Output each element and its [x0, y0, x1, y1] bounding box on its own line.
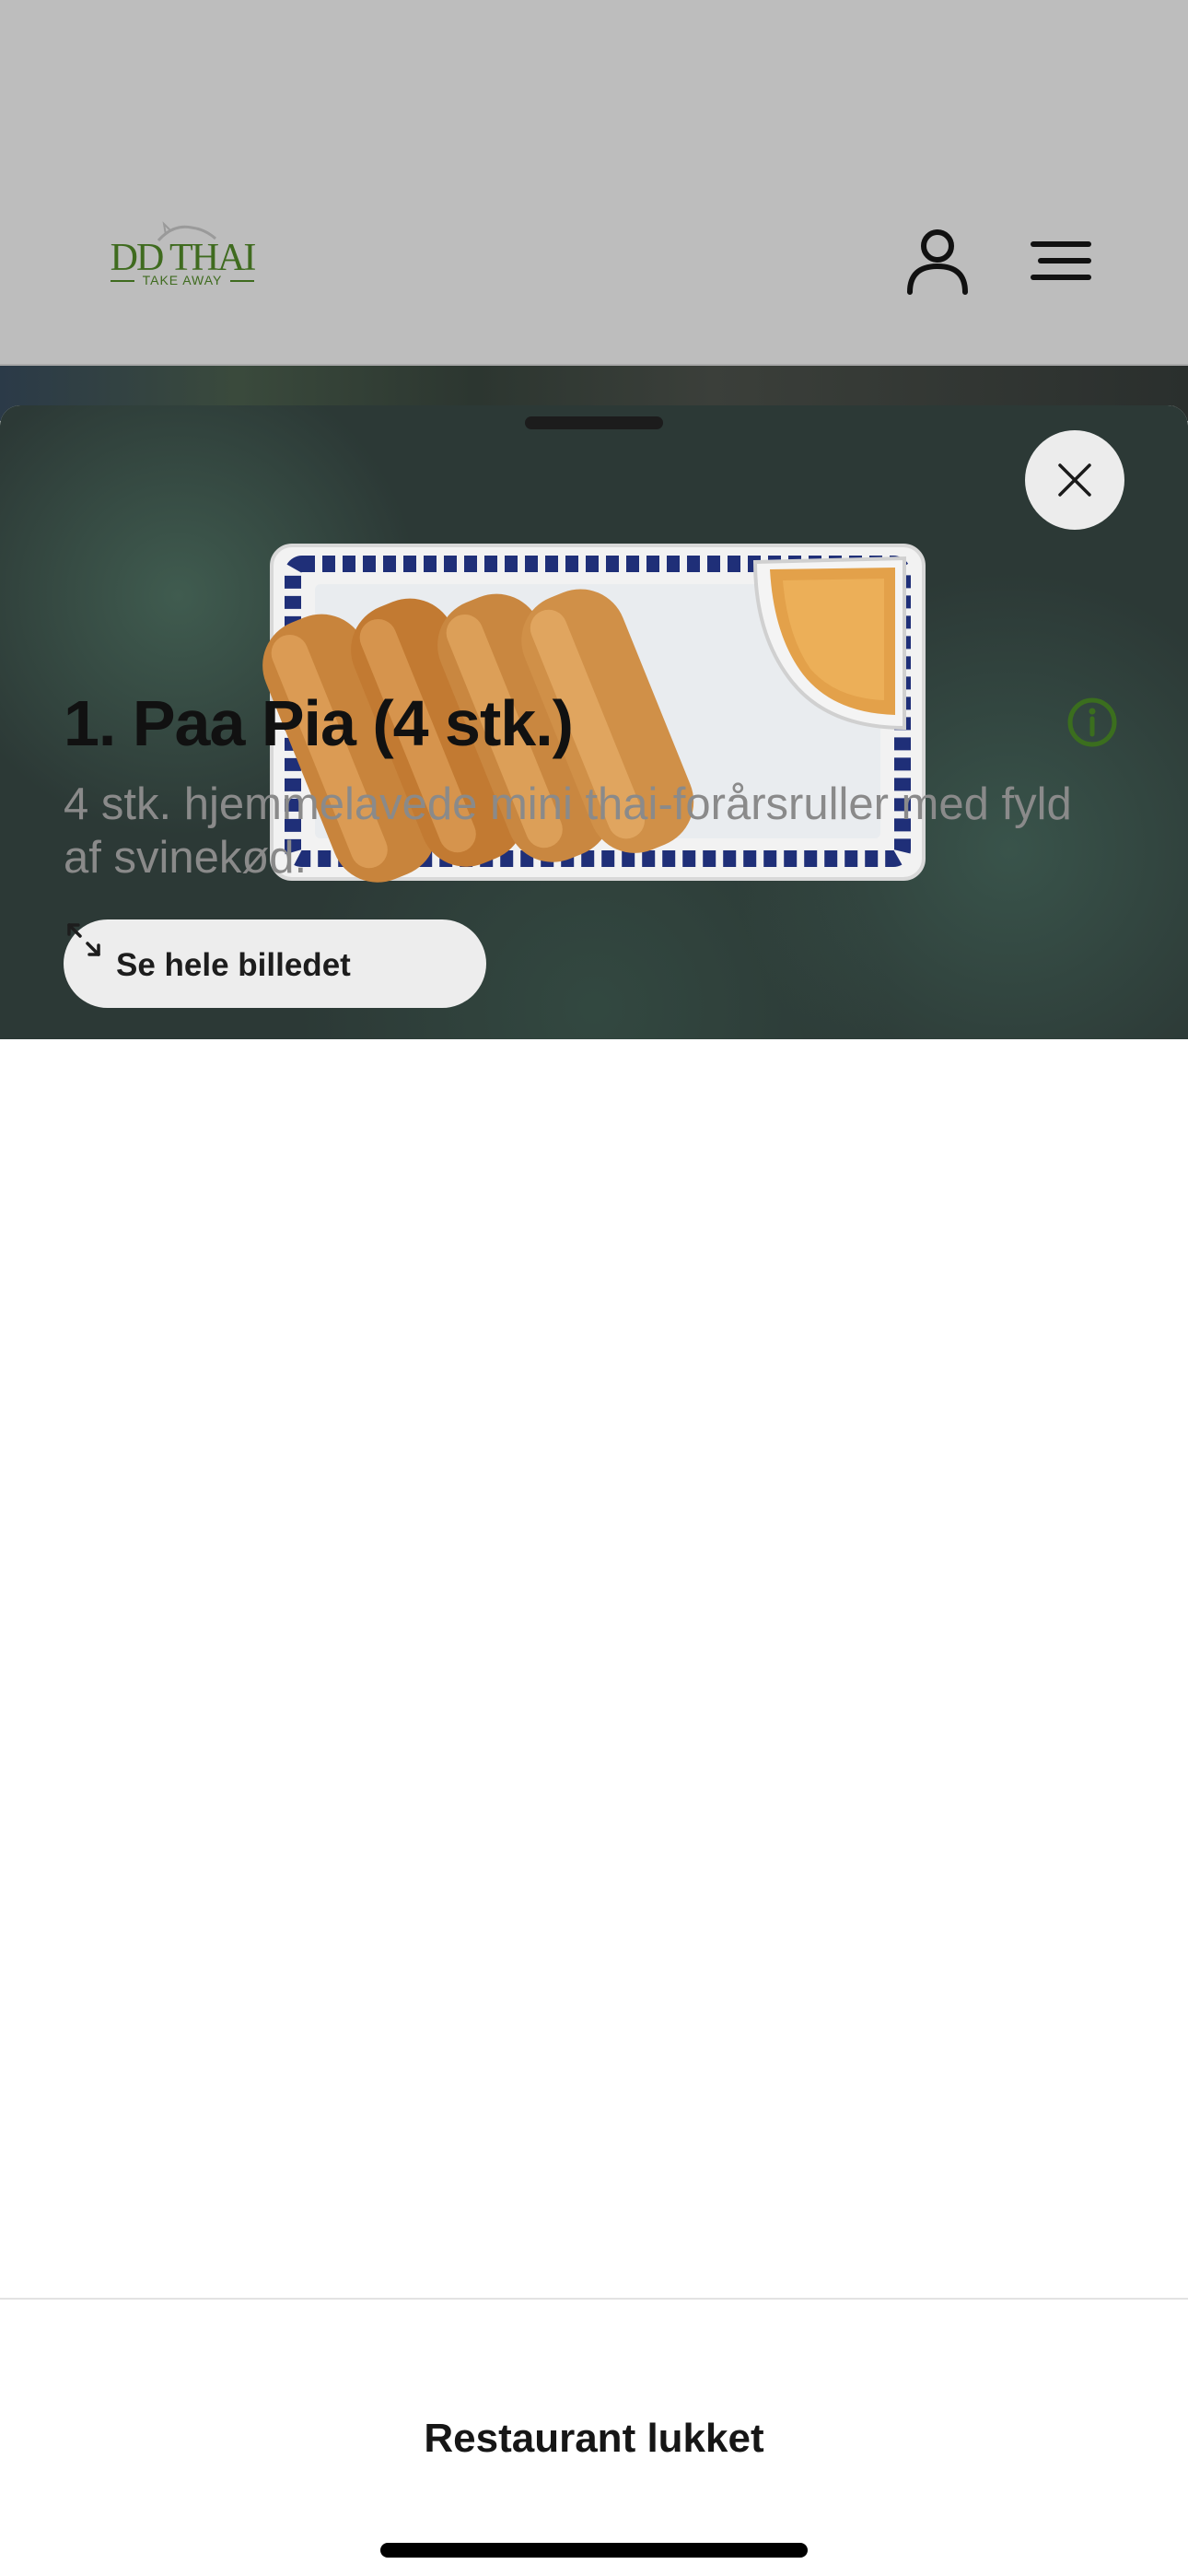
close-icon: [1058, 463, 1091, 497]
see-full-image-label: Se hele billedet: [116, 947, 351, 983]
app-header: DD THAI TAKE AWAY: [0, 0, 1188, 366]
menu-icon[interactable]: [1028, 226, 1098, 296]
item-title: 1. Paa Pia (4 stk.): [64, 687, 574, 759]
logo-text: DD THAI: [110, 237, 257, 279]
home-indicator[interactable]: [380, 2543, 808, 2558]
close-button[interactable]: [1025, 430, 1124, 530]
restaurant-closed-label: Restaurant lukket: [424, 2416, 764, 2461]
info-icon[interactable]: [1066, 697, 1118, 748]
sheet-grabber[interactable]: [525, 416, 663, 429]
logo-divider-right: [230, 280, 254, 282]
see-full-image-button[interactable]: Se hele billedet: [64, 919, 486, 1008]
restaurant-logo[interactable]: DD THAI TAKE AWAY: [109, 217, 256, 290]
user-icon[interactable]: [903, 226, 973, 296]
footer-divider: [0, 2298, 1188, 2300]
expand-icon: [67, 923, 100, 956]
item-description: 4 stk. hjemmelavede mini thai-forårsrull…: [64, 779, 1072, 883]
